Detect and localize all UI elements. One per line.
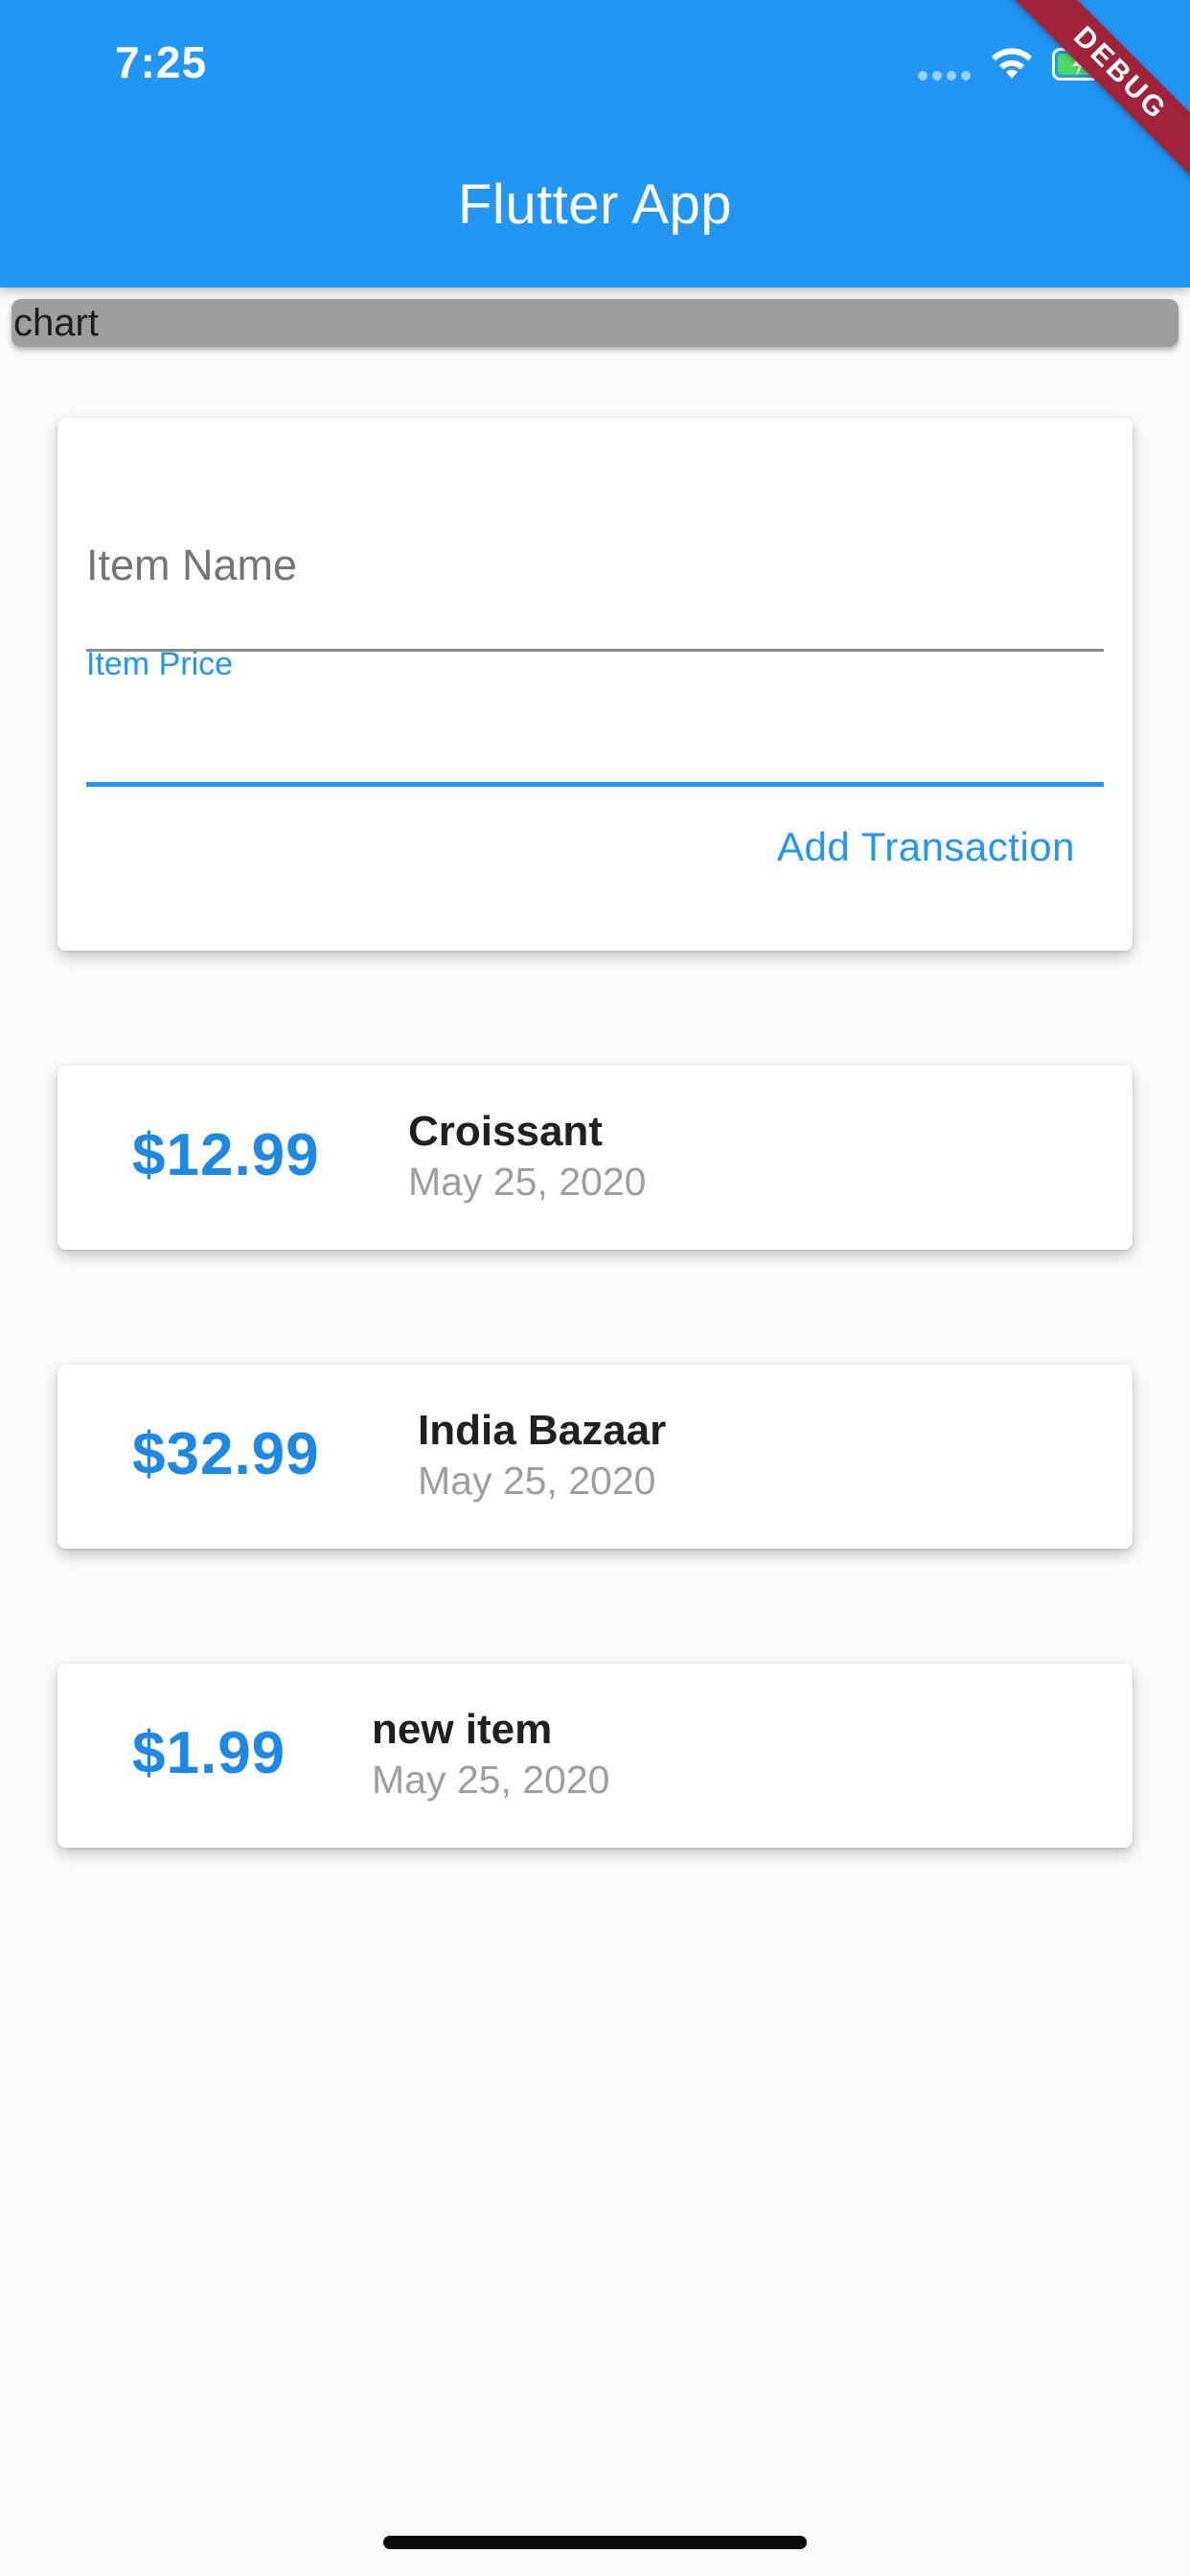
transaction-amount: $1.99 <box>132 1720 286 1786</box>
wifi-icon <box>992 48 1032 79</box>
transaction-amount: $12.99 <box>132 1122 320 1188</box>
status-time: 7:25 <box>115 37 208 87</box>
transaction-date: May 25, 2020 <box>408 1160 647 1204</box>
transaction-date: May 25, 2020 <box>372 1758 610 1802</box>
transaction-title: new item <box>372 1706 553 1753</box>
transaction-title: India Bazaar <box>418 1407 667 1454</box>
home-indicator[interactable] <box>383 2536 807 2549</box>
transaction-amount: $32.99 <box>132 1421 320 1487</box>
item-price-label: Item Price <box>86 646 234 682</box>
chart-placeholder: chart <box>11 299 1179 347</box>
transaction-item: $12.99 Croissant May 25, 2020 <box>57 1066 1133 1250</box>
add-transaction-button[interactable]: Add Transaction <box>777 824 1075 870</box>
signal-icon <box>918 71 971 80</box>
item-price-field[interactable] <box>86 782 1104 787</box>
debug-banner: DEBUG <box>993 0 1190 201</box>
item-name-placeholder: Item Name <box>86 540 298 589</box>
chart-label: chart <box>13 302 99 344</box>
transaction-title: Croissant <box>408 1108 603 1155</box>
transaction-item: $1.99 new item May 25, 2020 <box>57 1664 1133 1848</box>
transaction-date: May 25, 2020 <box>418 1459 656 1503</box>
transaction-item: $32.99 India Bazaar May 25, 2020 <box>57 1365 1133 1549</box>
item-name-field[interactable]: Item Name <box>86 485 1104 652</box>
app-bar: 7:25 Flutter App DEBUG <box>0 0 1190 288</box>
new-transaction-card: Item Name Item Price Add Transaction <box>57 418 1133 951</box>
app-title: Flutter App <box>458 173 732 236</box>
